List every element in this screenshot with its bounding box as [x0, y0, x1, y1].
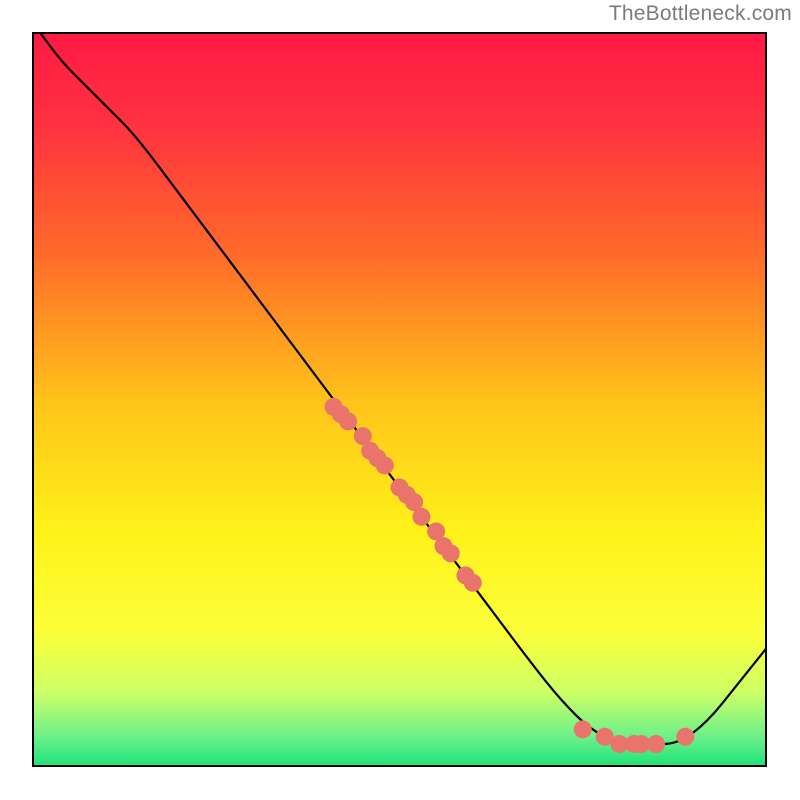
chart-stage: TheBottleneck.com	[0, 0, 800, 800]
scatter-point	[464, 574, 482, 592]
scatter-point	[376, 456, 394, 474]
scatter-point	[412, 508, 430, 526]
scatter-point	[676, 728, 694, 746]
watermark-text: TheBottleneck.com	[609, 2, 792, 26]
scatter-point	[647, 735, 665, 753]
bottleneck-chart	[0, 0, 800, 800]
scatter-point	[574, 720, 592, 738]
plot-background	[33, 33, 766, 766]
scatter-point	[339, 412, 357, 430]
scatter-point	[442, 544, 460, 562]
